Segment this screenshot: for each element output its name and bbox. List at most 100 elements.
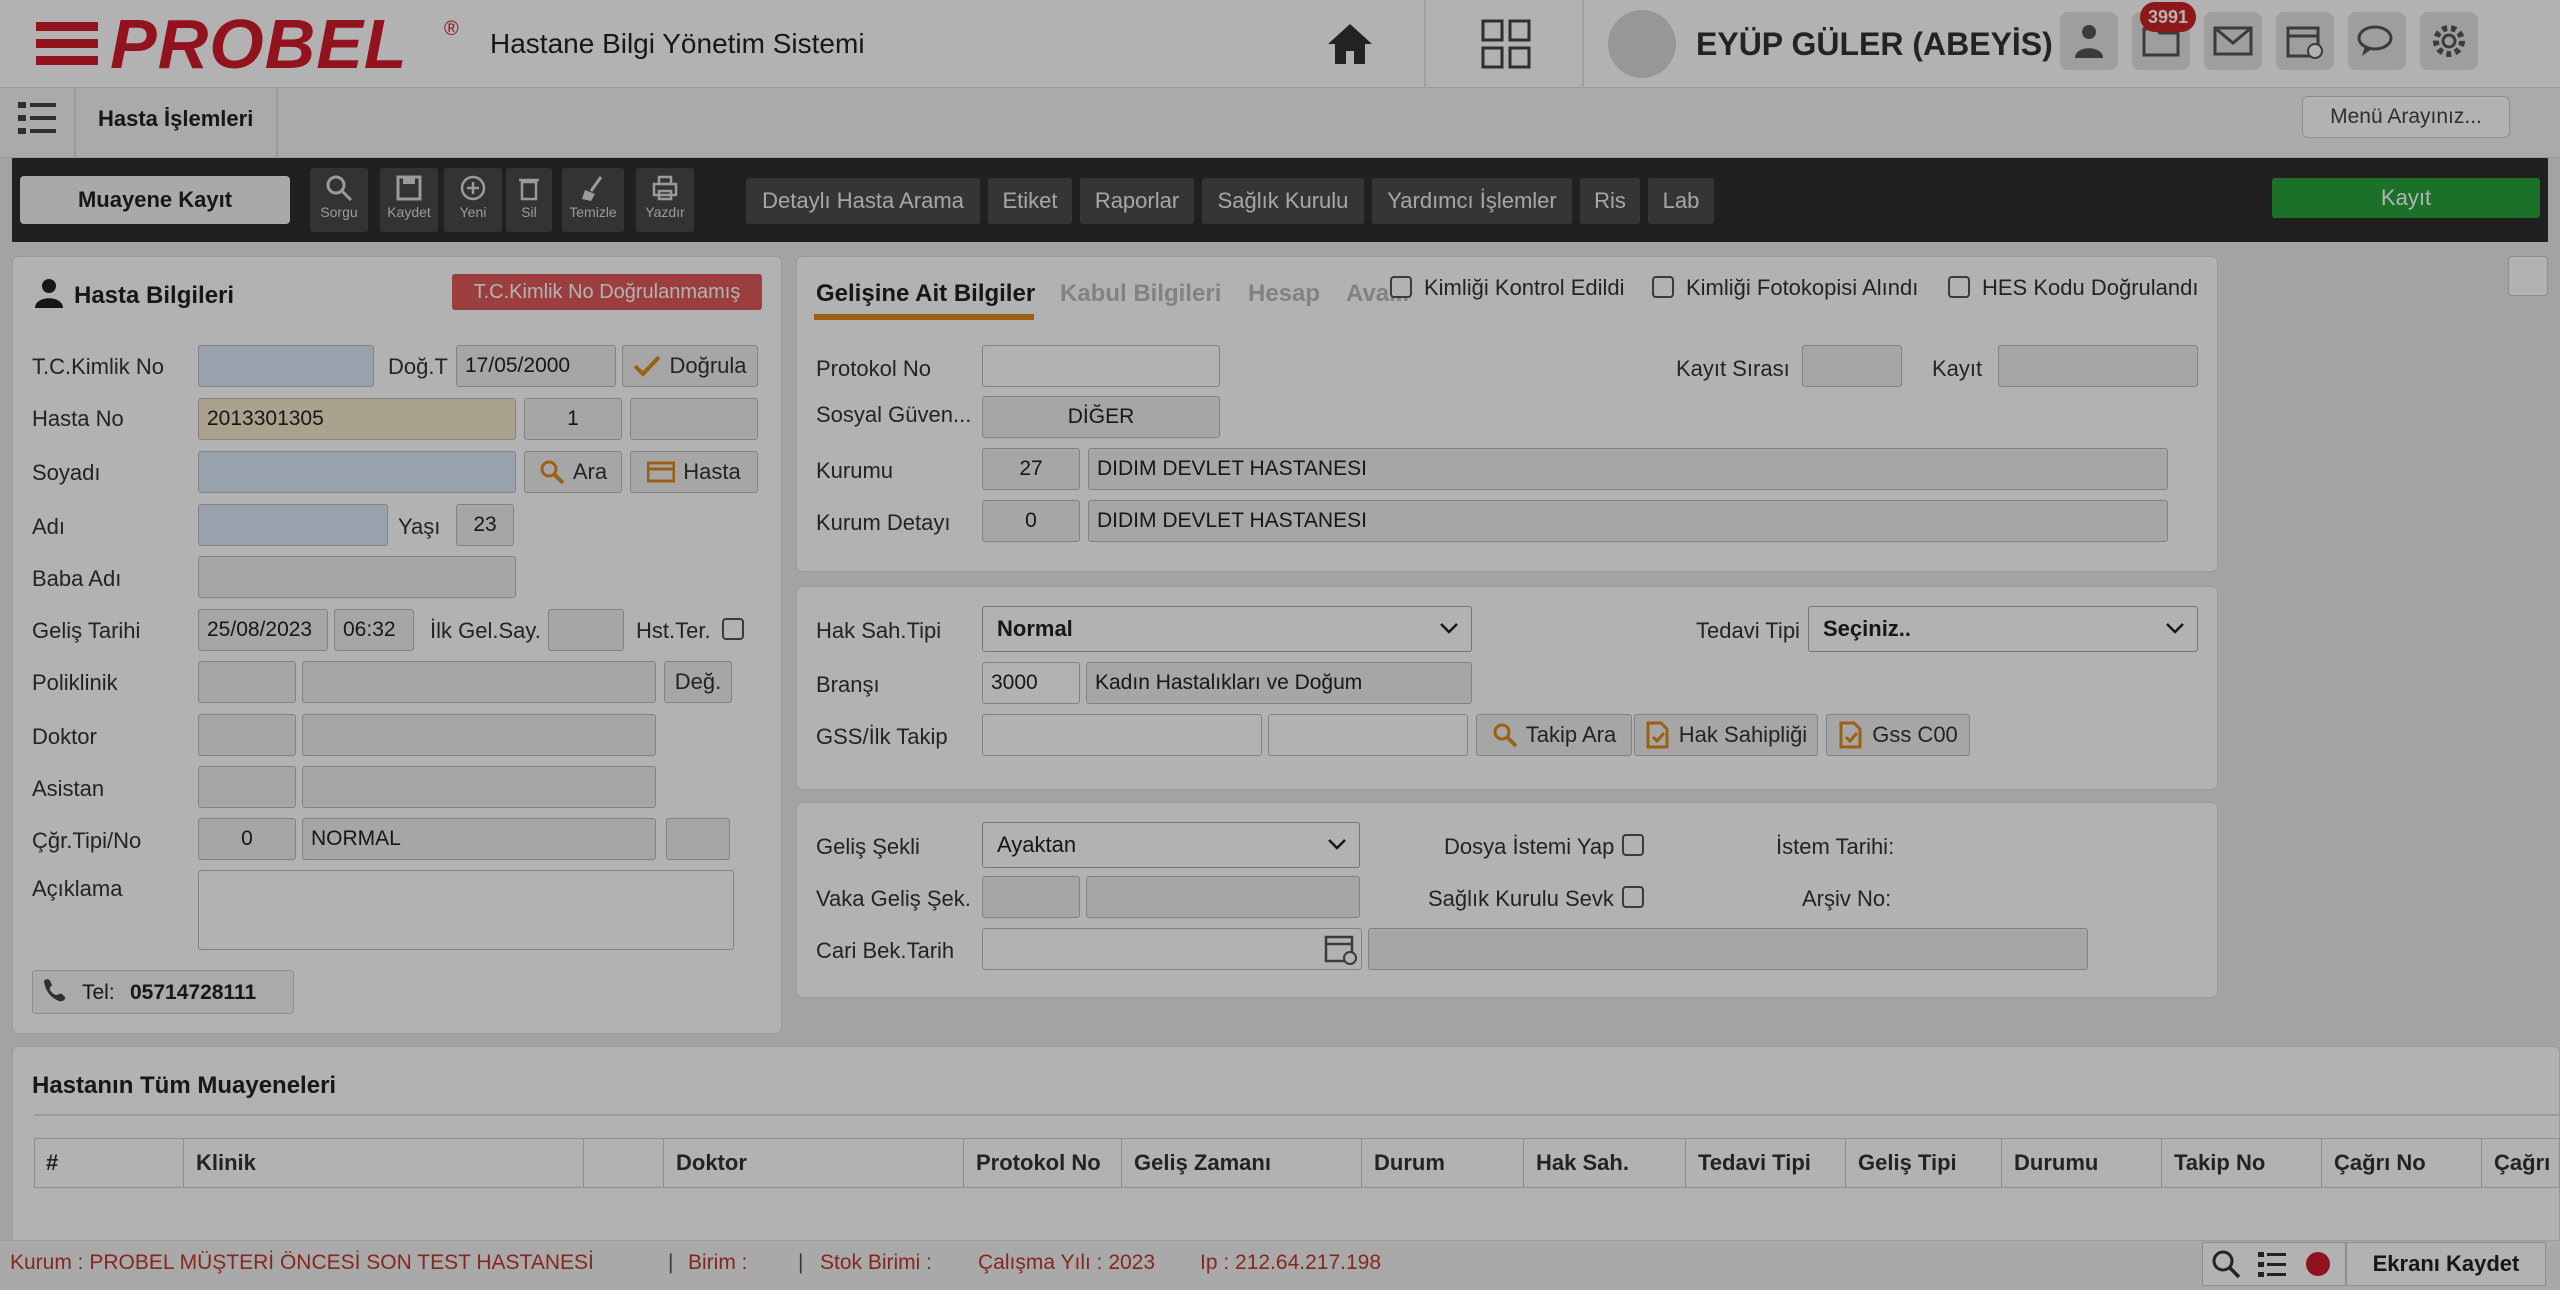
col-takip-no[interactable]: Takip No [2162, 1138, 2322, 1188]
record-icon[interactable] [2306, 1252, 2330, 1276]
col-durum[interactable]: Durum [1362, 1138, 1524, 1188]
poliklinik-name-input[interactable] [302, 661, 656, 703]
col-empty[interactable] [584, 1138, 664, 1188]
cari-bek-extra-input[interactable] [1368, 928, 2088, 970]
soyadi-input[interactable] [198, 451, 516, 493]
ilk-gel-say-input[interactable] [548, 609, 624, 651]
kimlik-fotokopi-checkbox[interactable] [1652, 276, 1674, 298]
phone-icon[interactable] [40, 976, 68, 1004]
brans-name-input[interactable]: Kadın Hastalıkları ve Doğum [1086, 662, 1472, 704]
yasi-input[interactable]: 23 [456, 504, 514, 546]
saglik-kurulu-button[interactable]: Sağlık Kurulu [1202, 178, 1364, 224]
dosya-istemi-checkbox[interactable] [1622, 834, 1644, 856]
kayit-button[interactable]: Kayıt [2272, 178, 2540, 218]
kayit-input[interactable] [1998, 345, 2198, 387]
cari-bek-tarih-input[interactable] [982, 928, 1362, 970]
list-icon[interactable] [2258, 1250, 2286, 1278]
raporlar-button[interactable]: Raporlar [1080, 178, 1194, 224]
doktor-code-input[interactable] [198, 714, 296, 756]
hamburger-menu-icon[interactable] [36, 22, 100, 66]
kurum-detay-code-input[interactable]: 0 [982, 500, 1080, 542]
calendar-icon[interactable] [2276, 12, 2334, 70]
hasta-no-input[interactable]: 2013301305 [198, 398, 516, 440]
search-icon[interactable] [2210, 1248, 2242, 1280]
tab-hesap[interactable]: Hesap [1248, 280, 1320, 308]
doktor-name-input[interactable] [302, 714, 656, 756]
yardimci-islemler-button[interactable]: Yardımcı İşlemler [1372, 178, 1572, 224]
vaka-gelis-code-input[interactable] [982, 876, 1080, 918]
col-cagri-no[interactable]: Çağrı No [2322, 1138, 2482, 1188]
sil-button[interactable]: Sil [506, 168, 552, 232]
gss-takip-input-2[interactable] [1268, 714, 1468, 756]
adi-input[interactable] [198, 504, 388, 546]
saglik-kurulu-sevk-checkbox[interactable] [1622, 886, 1644, 908]
calendar-icon[interactable] [1324, 932, 1358, 966]
gear-icon[interactable] [2420, 12, 2478, 70]
col-tedavi-tipi[interactable]: Tedavi Tipi [1686, 1138, 1846, 1188]
sorgu-button[interactable]: Sorgu [310, 168, 368, 232]
dogrula-button[interactable]: Doğrula [622, 345, 758, 387]
gelis-sekli-select[interactable]: Ayaktan [982, 822, 1360, 868]
mail-icon[interactable] [2204, 12, 2262, 70]
kaydet-button[interactable]: Kaydet [380, 168, 438, 232]
ris-button[interactable]: Ris [1580, 178, 1640, 224]
kurum-detay-name-input[interactable]: DIDIM DEVLET HASTANESI [1088, 500, 2168, 542]
vaka-gelis-name-input[interactable] [1086, 876, 1360, 918]
dogum-tarihi-input[interactable]: 17/05/2000 [456, 345, 616, 387]
col-klinik[interactable]: Klinik [184, 1138, 584, 1188]
brans-code-input[interactable]: 3000 [982, 662, 1080, 704]
home-icon[interactable] [1320, 14, 1380, 74]
col-gelis-zamani[interactable]: Geliş Zamanı [1122, 1138, 1362, 1188]
asistan-name-input[interactable] [302, 766, 656, 808]
menu-search-button[interactable]: Menü Arayınız... [2302, 96, 2510, 138]
ekrani-kaydet-button[interactable]: Ekranı Kaydet [2346, 1242, 2546, 1286]
hes-kodu-checkbox[interactable] [1948, 276, 1970, 298]
deg-button[interactable]: Değ. [664, 661, 732, 703]
hst-ter-checkbox[interactable] [722, 618, 744, 640]
col-doktor[interactable]: Doktor [664, 1138, 964, 1188]
tab-kabul-bilgileri[interactable]: Kabul Bilgileri [1060, 280, 1221, 308]
col-cagri[interactable]: Çağrı [2482, 1138, 2560, 1188]
cgr-no-input[interactable]: 0 [198, 818, 296, 860]
hasta-no-seq-input[interactable]: 1 [524, 398, 622, 440]
col-hak-sah[interactable]: Hak Sah. [1524, 1138, 1686, 1188]
hak-sah-tipi-select[interactable]: Normal [982, 606, 1472, 652]
kayit-sirasi-input[interactable] [1802, 345, 1902, 387]
user-name[interactable]: EYÜP GÜLER (ABEYİS) [1696, 26, 2053, 63]
kurum-name-input[interactable]: DIDIM DEVLET HASTANESI [1088, 448, 2168, 490]
detayli-hasta-arama-button[interactable]: Detaylı Hasta Arama [746, 178, 980, 224]
col-durumu[interactable]: Durumu [2002, 1138, 2162, 1188]
aciklama-textarea[interactable] [198, 870, 734, 950]
col-protokol-no[interactable]: Protokol No [964, 1138, 1122, 1188]
side-toggle-button[interactable] [2508, 256, 2548, 296]
poliklinik-code-input[interactable] [198, 661, 296, 703]
etiket-button[interactable]: Etiket [988, 178, 1072, 224]
yazdir-button[interactable]: Yazdır [636, 168, 694, 232]
cgr-tipi-input[interactable]: NORMAL [302, 818, 656, 860]
ara-button[interactable]: Ara [524, 451, 622, 493]
baba-adi-input[interactable] [198, 556, 516, 598]
doctor-icon[interactable] [2060, 12, 2118, 70]
tab-gelisine-ait[interactable]: Gelişine Ait Bilgiler [816, 280, 1035, 308]
gelis-saat-input[interactable]: 06:32 [334, 609, 414, 651]
asistan-code-input[interactable] [198, 766, 296, 808]
temizle-button[interactable]: Temizle [562, 168, 624, 232]
hak-sahipligi-button[interactable]: Hak Sahipliği [1634, 714, 1818, 756]
gss-takip-input-1[interactable] [982, 714, 1262, 756]
chat-icon[interactable] [2348, 12, 2406, 70]
gss-c00-button[interactable]: Gss C00 [1826, 714, 1970, 756]
lab-button[interactable]: Lab [1648, 178, 1714, 224]
hasta-card-button[interactable]: Hasta [630, 451, 758, 493]
kimlik-kontrol-checkbox[interactable] [1390, 276, 1412, 298]
dashboard-grid-icon[interactable] [1476, 14, 1536, 74]
protokol-no-input[interactable] [982, 345, 1220, 387]
kurum-code-input[interactable]: 27 [982, 448, 1080, 490]
tedavi-tipi-select[interactable]: Seçiniz.. [1808, 606, 2198, 652]
hasta-no-extra-input[interactable] [630, 398, 758, 440]
tc-kimlik-input[interactable] [198, 345, 374, 387]
col-gelis-tipi[interactable]: Geliş Tipi [1846, 1138, 2002, 1188]
cgr-extra-input[interactable] [666, 818, 730, 860]
gelis-tarihi-input[interactable]: 25/08/2023 [198, 609, 328, 651]
muayene-kayit-button[interactable]: Muayene Kayıt [20, 176, 290, 224]
avatar[interactable] [1608, 10, 1676, 78]
